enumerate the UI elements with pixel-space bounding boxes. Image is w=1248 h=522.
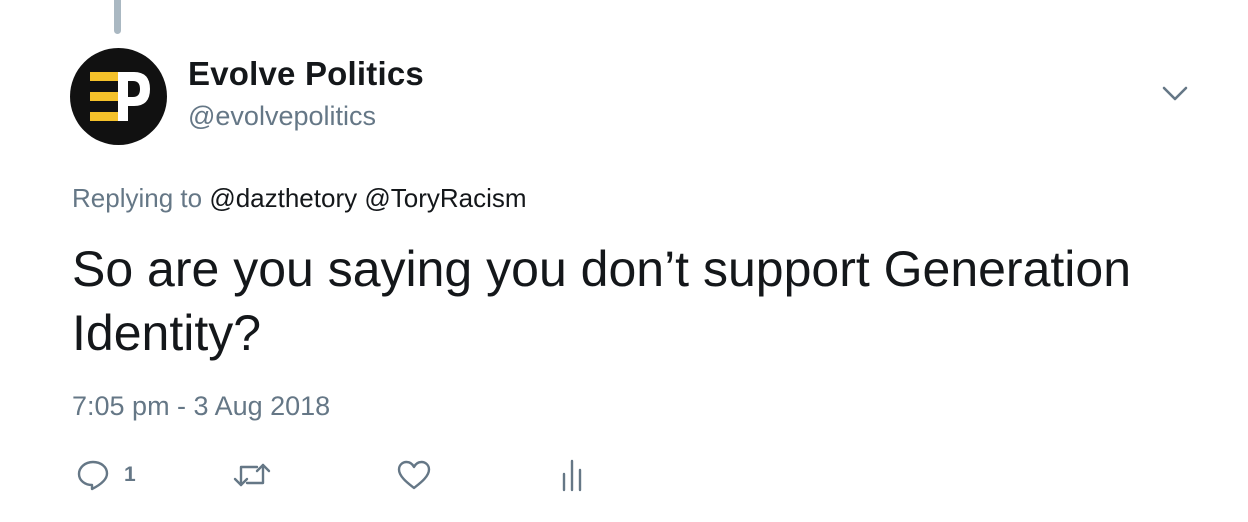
retweet-icon — [233, 463, 271, 487]
like-button[interactable] — [396, 455, 432, 495]
replying-to-line: Replying to @dazthetory @ToryRacism — [72, 183, 527, 214]
author-handle[interactable]: @evolvepolitics — [188, 101, 376, 132]
thread-connector-line — [114, 0, 121, 34]
reply-icon — [77, 460, 109, 491]
retweet-button[interactable] — [232, 455, 272, 495]
heart-icon — [397, 460, 431, 490]
tweet-timestamp[interactable]: 7:05 pm - 3 Aug 2018 — [72, 391, 330, 422]
evolve-politics-logo-icon — [90, 72, 150, 121]
reply-button[interactable]: 1 — [76, 455, 136, 495]
more-options-button[interactable] — [1158, 80, 1192, 108]
author-display-name[interactable]: Evolve Politics — [188, 55, 424, 93]
mention-link[interactable]: @dazthetory — [209, 183, 357, 213]
analytics-icon — [562, 459, 582, 492]
reply-count: 1 — [124, 463, 136, 486]
replying-to-label: Replying to — [72, 183, 203, 213]
analytics-button[interactable] — [560, 455, 586, 495]
mention-link[interactable]: @ToryRacism — [364, 183, 526, 213]
chevron-down-icon — [1162, 86, 1188, 101]
avatar[interactable] — [70, 48, 167, 145]
tweet-text: So are you saying you don’t support Gene… — [72, 241, 1132, 361]
